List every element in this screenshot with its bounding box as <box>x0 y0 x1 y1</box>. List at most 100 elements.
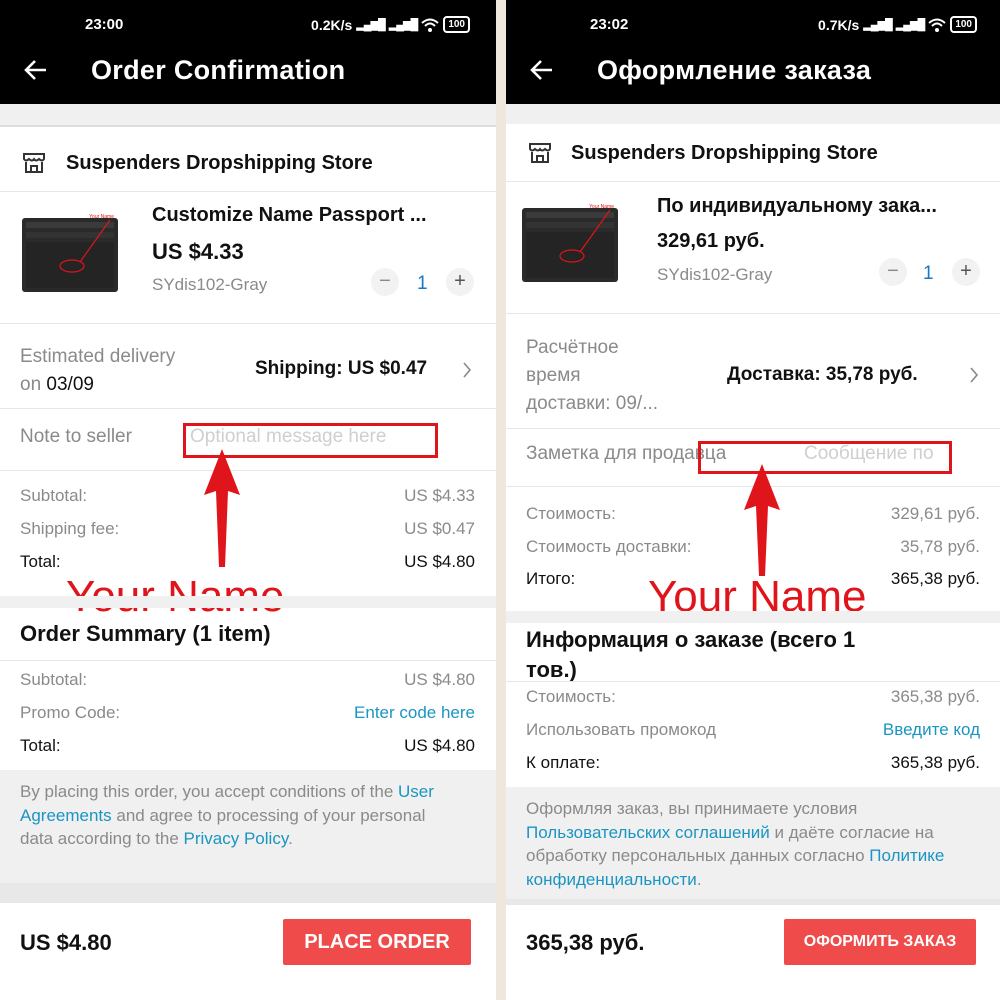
annotation-arrow <box>744 464 780 576</box>
user-agreements-link[interactable]: Пользовательских соглашений <box>526 823 770 842</box>
divider <box>0 408 496 409</box>
note-label: Заметка для продавца <box>526 443 727 464</box>
divider <box>506 313 1000 314</box>
section-gap <box>0 596 496 608</box>
chevron-right-icon[interactable] <box>462 361 472 379</box>
wifi-icon <box>928 18 946 32</box>
divider <box>0 125 496 127</box>
back-arrow-icon[interactable] <box>22 56 50 84</box>
note-label: Note to seller <box>20 426 132 447</box>
divider <box>506 681 1000 682</box>
annotation-arrow <box>204 449 240 567</box>
footer-total: US $4.80 <box>20 930 112 955</box>
divider <box>506 428 1000 429</box>
divider <box>0 660 496 661</box>
back-arrow-icon[interactable] <box>528 56 556 84</box>
subtotal-value: US $4.33 <box>404 486 475 505</box>
annotation-box <box>698 441 952 474</box>
product-price: 329,61 руб. <box>657 230 765 252</box>
delivery-label-line1: Estimated delivery <box>20 346 176 367</box>
product-sku: SYdis102-Gray <box>152 275 268 294</box>
quantity-minus-button[interactable]: − <box>371 268 399 296</box>
store-icon <box>529 143 551 163</box>
network-speed: 0.7K/s <box>818 16 860 33</box>
privacy-policy-link[interactable]: Privacy Policy <box>184 829 289 848</box>
divider <box>0 323 496 324</box>
order-summary-title: Информация о заказе (всего 1 <box>526 627 856 652</box>
shipping-cost[interactable]: Доставка: 35,78 руб. <box>727 364 918 386</box>
place-order-button[interactable]: PLACE ORDER <box>283 919 471 965</box>
total-value: 365,38 руб. <box>890 569 980 588</box>
order-summary-title-line2: тов.) <box>526 657 577 682</box>
section-gap <box>506 104 1000 124</box>
battery-icon: 100 <box>950 16 977 33</box>
quantity-value: 1 <box>923 263 934 284</box>
chevron-right-icon[interactable] <box>969 366 979 384</box>
divider <box>0 470 496 471</box>
footer-total: 365,38 руб. <box>526 930 645 955</box>
shipping-fee-value: 35,78 руб. <box>900 537 980 556</box>
place-order-button[interactable]: ОФОРМИТЬ ЗАКАЗ <box>784 919 976 965</box>
quantity-value: 1 <box>417 273 428 294</box>
store-name[interactable]: Suspenders Dropshipping Store <box>571 142 878 165</box>
delivery-label-line2: время <box>526 365 581 386</box>
product-name[interactable]: Customize Name Passport ... <box>152 204 427 227</box>
total-label: Итого: <box>526 569 576 588</box>
quantity-minus-button[interactable]: − <box>879 258 907 286</box>
quantity-plus-button[interactable]: + <box>446 268 474 296</box>
terms-text: Оформляя заказ, вы принимаете условия По… <box>526 799 945 889</box>
phone-russian: 23:02 0.7K/s ▂▄▆█ ▂▄▆█ 100 Оформление за… <box>506 0 1000 1000</box>
section-gap <box>0 104 496 126</box>
summary-total-value: 365,38 руб. <box>890 753 980 772</box>
signal-icon-2: ▂▄▆█ <box>388 19 418 31</box>
status-time: 23:02 <box>590 16 629 33</box>
summary-total-value: US $4.80 <box>404 736 475 755</box>
quantity-plus-button[interactable]: + <box>952 258 980 286</box>
shipping-fee-label: Стоимость доставки: <box>526 537 692 556</box>
shipping-cost[interactable]: Shipping: US $0.47 <box>255 358 427 380</box>
summary-total-label: Total: <box>20 736 61 755</box>
delivery-label-line1: Расчётное <box>526 337 619 358</box>
product-name[interactable]: По индивидуальному зака... <box>657 195 937 218</box>
product-price: US $4.33 <box>152 239 244 264</box>
total-value: US $4.80 <box>404 552 475 571</box>
signal-icon: ▂▄▆█ <box>863 19 892 31</box>
summary-total-label: К оплате: <box>526 753 601 772</box>
shipping-fee-label: Shipping fee: <box>20 519 120 538</box>
phone-english: 23:00 0.2K/s ▂▄▆█ ▂▄▆█ 100 Order Confirm… <box>0 0 496 1000</box>
product-image[interactable]: Your Name <box>22 212 120 296</box>
promo-code-label: Использовать промокод <box>526 720 717 739</box>
terms-text: By placing this order, you accept condit… <box>20 782 434 848</box>
status-time: 23:00 <box>85 16 124 33</box>
top-bar: 23:00 0.2K/s ▂▄▆█ ▂▄▆█ 100 Order Confirm… <box>0 0 496 104</box>
section-gap <box>506 899 1000 905</box>
subtotal-label: Стоимость: <box>526 504 616 523</box>
delivery-label-line2: on 03/09 <box>20 374 94 395</box>
page-title: Оформление заказа <box>597 55 872 85</box>
signal-icon-2: ▂▄▆█ <box>895 19 925 31</box>
subtotal-value: 329,61 руб. <box>890 504 980 523</box>
section-gap <box>0 883 496 903</box>
section-gap <box>506 611 1000 623</box>
promo-code-input[interactable]: Введите код <box>883 720 980 740</box>
store-name[interactable]: Suspenders Dropshipping Store <box>66 152 373 175</box>
signal-icon: ▂▄▆█ <box>356 19 385 31</box>
wifi-icon <box>421 18 439 32</box>
image-label: Your Name <box>89 214 114 220</box>
shipping-fee-value: US $0.47 <box>404 519 475 538</box>
network-speed: 0.2K/s <box>311 16 353 33</box>
battery-icon: 100 <box>443 16 470 33</box>
promo-code-input[interactable]: Enter code here <box>354 703 475 723</box>
product-sku: SYdis102-Gray <box>657 265 773 284</box>
summary-subtotal-value: US $4.80 <box>404 670 475 689</box>
divider <box>506 181 1000 182</box>
total-label: Total: <box>20 552 61 571</box>
delivery-date: 03/09 <box>46 374 94 395</box>
order-summary-title: Order Summary (1 item) <box>20 621 271 646</box>
divider <box>0 191 496 192</box>
summary-subtotal-label: Subtotal: <box>20 670 88 689</box>
summary-subtotal-value: 365,38 руб. <box>890 687 980 706</box>
product-image[interactable]: Your Name <box>522 202 620 286</box>
promo-code-label: Promo Code: <box>20 703 121 722</box>
image-label: Your Name <box>589 204 614 210</box>
